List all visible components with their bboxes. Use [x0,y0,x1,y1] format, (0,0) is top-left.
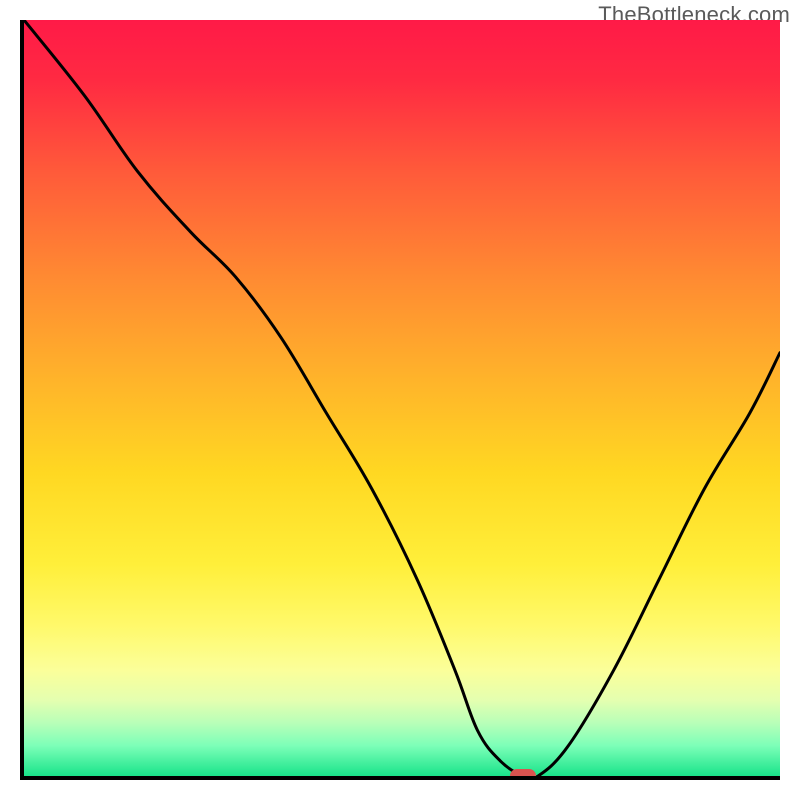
plot-area [20,20,780,780]
bottleneck-curve [24,20,780,776]
optimal-marker [510,769,536,780]
chart-container: TheBottleneck.com [0,0,800,800]
curve-svg [24,20,780,776]
